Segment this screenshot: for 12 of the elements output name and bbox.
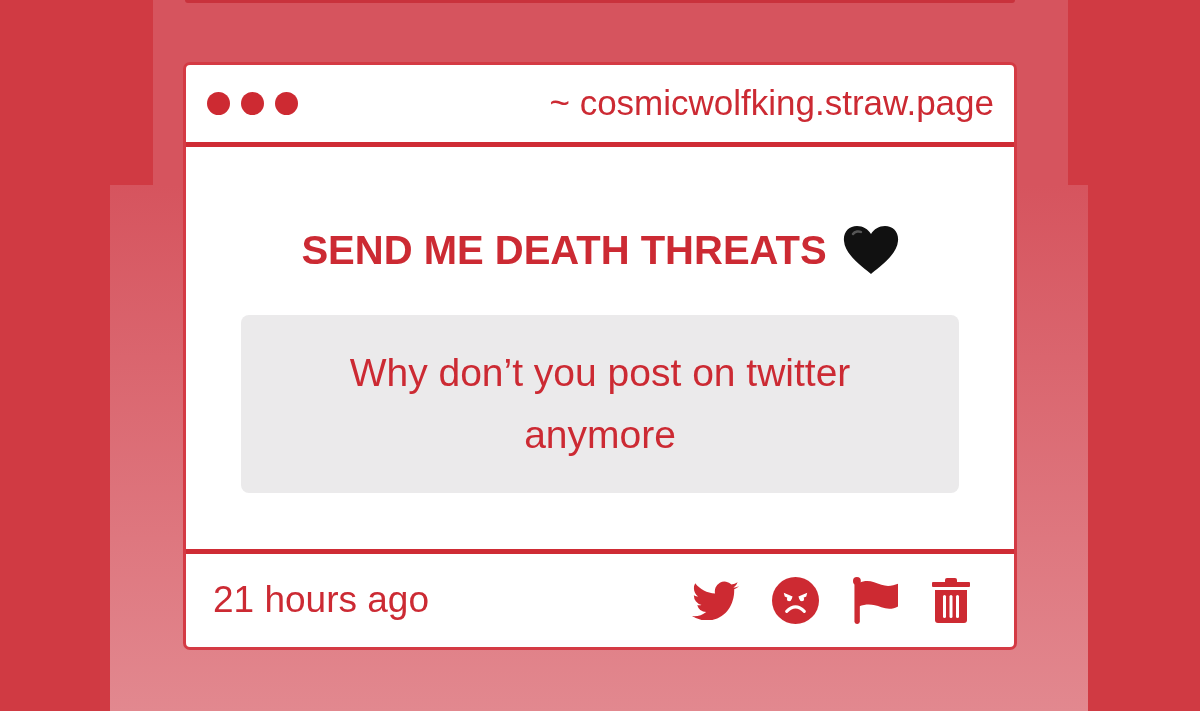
dot-icon xyxy=(241,92,264,115)
dot-icon xyxy=(275,92,298,115)
angry-face-icon[interactable] xyxy=(772,577,819,624)
dot-icon xyxy=(207,92,230,115)
page-url: ~ cosmicwolfking.straw.page xyxy=(549,84,994,123)
timestamp: 21 hours ago xyxy=(213,580,429,621)
question-text: Why don’t you post on twitter anymore xyxy=(348,350,852,458)
heart-icon xyxy=(842,225,899,275)
prompt-title: SEND ME DEATH THREATS xyxy=(301,227,827,274)
flag-icon[interactable] xyxy=(852,577,899,624)
trash-icon[interactable] xyxy=(932,578,970,623)
bird-icon[interactable] xyxy=(692,581,739,620)
